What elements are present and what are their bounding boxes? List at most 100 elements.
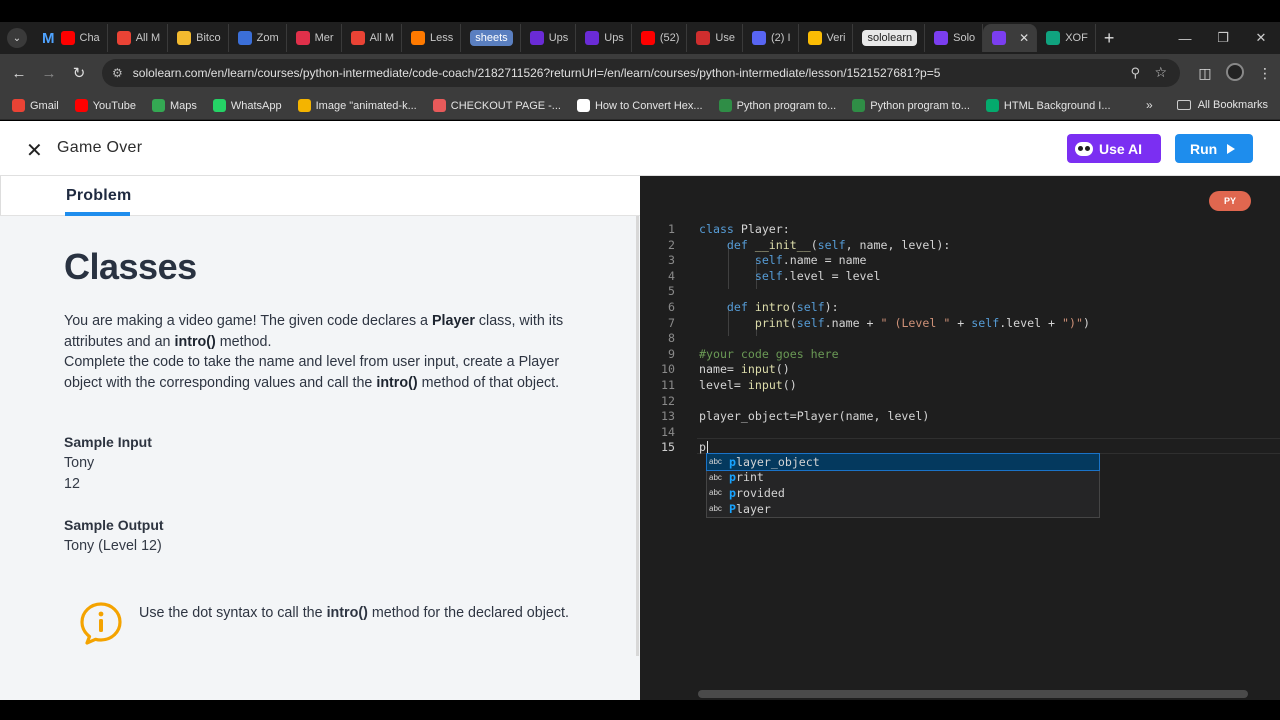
browser-tab[interactable]: XOF xyxy=(1037,24,1096,52)
bookmark-label: YouTube xyxy=(92,99,136,112)
line-number: 2 xyxy=(668,237,675,252)
suggestion-match: p xyxy=(729,470,736,485)
browser-tab[interactable]: Veri xyxy=(799,24,854,52)
code-token: , name, level): xyxy=(845,237,951,252)
tab-search-chevron-icon[interactable]: ⌄ xyxy=(7,28,27,48)
browser-tab[interactable]: Solo xyxy=(925,24,984,52)
editor-horizontal-scrollbar[interactable] xyxy=(698,690,1248,698)
new-tab-plus-icon[interactable]: + xyxy=(1104,28,1115,49)
bookmark-item[interactable]: Image "animated-k... xyxy=(297,99,417,112)
problem-tab-bar: Problem xyxy=(0,176,640,216)
browser-tab[interactable]: Ups xyxy=(576,24,632,52)
autocomplete-item[interactable]: abc print xyxy=(707,470,1099,486)
site-info-icon[interactable]: ⚙ xyxy=(112,66,123,80)
bookmark-item[interactable]: Maps xyxy=(151,99,197,112)
code-token: Player: xyxy=(740,222,790,236)
browser-tab[interactable]: (52) xyxy=(632,24,688,52)
autocomplete-item[interactable]: abc provided xyxy=(707,485,1099,501)
zoom-icon[interactable]: ⚲ xyxy=(1130,65,1140,81)
ai-mascot-icon xyxy=(1075,141,1093,156)
address-bar[interactable]: ⚙ sololearn.com/en/learn/courses/python-… xyxy=(102,59,1180,87)
bookmark-favicon-icon xyxy=(985,99,999,112)
restore-icon[interactable]: ❐ xyxy=(1204,30,1242,46)
code-line: 12 xyxy=(640,394,1280,410)
code-line: 7 print(self.name + " (Level " + self.le… xyxy=(640,316,1280,332)
tab-label: Ups xyxy=(548,32,569,44)
profile-avatar[interactable] xyxy=(1220,62,1250,84)
browser-tab[interactable]: All M xyxy=(108,24,169,52)
text-run: You are making a video game! The given c… xyxy=(64,313,432,329)
suggestion-label: print xyxy=(729,470,764,484)
suggestion-label: player_object xyxy=(729,455,820,469)
bookmark-favicon-icon xyxy=(852,99,866,112)
bookmark-item[interactable]: How to Convert Hex... xyxy=(576,99,703,112)
browser-tab[interactable]: Ups xyxy=(521,24,577,52)
run-button[interactable]: Run xyxy=(1175,134,1253,163)
browser-tab[interactable]: Use xyxy=(687,24,743,52)
window-controls: — ❐ ✕ xyxy=(1166,22,1280,54)
tab-favicon-icon xyxy=(295,31,310,45)
bookmark-label: Python program to... xyxy=(870,99,970,112)
bold-term: intro() xyxy=(376,374,418,391)
code-token: () xyxy=(782,378,797,392)
autocomplete-item[interactable]: abc player_object xyxy=(706,453,1100,471)
bookmark-item[interactable]: HTML Background I... xyxy=(985,99,1111,112)
reload-icon[interactable]: ↻ xyxy=(64,64,94,82)
code-token: intro xyxy=(754,300,790,314)
browser-tab[interactable]: (2) I xyxy=(743,24,799,52)
browser-tab[interactable]: Zom xyxy=(229,24,287,52)
autocomplete-item[interactable]: abc Player xyxy=(707,501,1099,517)
bookmark-item[interactable]: WhatsApp xyxy=(212,99,282,112)
bookmark-favicon-icon xyxy=(718,99,732,112)
browser-tab[interactable]: All M xyxy=(342,24,403,52)
browser-tab[interactable]: Mer xyxy=(287,24,342,52)
code-token: ( xyxy=(789,300,797,314)
bookmark-label: Gmail xyxy=(30,99,59,112)
tab-favicon-icon xyxy=(992,31,1007,45)
bookmark-label: WhatsApp xyxy=(230,99,282,112)
bookmark-label: HTML Background I... xyxy=(1003,99,1111,112)
browser-tab[interactable]: Less xyxy=(402,24,462,52)
code-line: 13 player_object=Player(name, level) xyxy=(640,409,1280,425)
bookmark-item[interactable]: Python program to... xyxy=(852,99,970,112)
side-panel-icon[interactable]: ◫ xyxy=(1190,65,1220,82)
bookmarks-overflow-icon[interactable]: » xyxy=(1146,98,1153,112)
code-token: p xyxy=(699,440,706,455)
code-token: def xyxy=(726,300,755,314)
tab-close-icon[interactable]: ✕ xyxy=(1019,31,1029,45)
tab-problem[interactable]: Problem xyxy=(66,187,131,205)
tab-label: Cha xyxy=(79,32,100,44)
problem-scrollbar[interactable] xyxy=(636,216,639,656)
bookmark-item[interactable]: Gmail xyxy=(12,99,59,112)
code-line: 11 level= input() xyxy=(640,378,1280,394)
bookmark-list: Gmail YouTube Maps WhatsApp Image "animated-… xyxy=(0,99,1111,112)
code-token: input xyxy=(747,378,783,392)
line-number: 12 xyxy=(661,393,675,408)
code-token: __init__ xyxy=(754,237,811,252)
close-icon[interactable]: ✕ xyxy=(26,138,43,163)
browser-tab[interactable]: Bitco xyxy=(168,24,229,52)
browser-tab-strip: ⌄ M Cha All M Bitco Zom Mer All M Less sheets Ups… xyxy=(0,22,1280,54)
browser-tab[interactable]: ✕ xyxy=(983,24,1038,52)
browser-tab[interactable]: sheets xyxy=(461,24,521,52)
back-arrow-icon[interactable]: ← xyxy=(4,65,34,82)
bookmark-item[interactable]: Python program to... xyxy=(718,99,836,112)
tab-active-underline xyxy=(65,212,130,216)
run-label: Run xyxy=(1190,140,1218,157)
close-window-icon[interactable]: ✕ xyxy=(1242,30,1280,46)
use-ai-button[interactable]: Use AI xyxy=(1067,134,1161,163)
more-menu-icon[interactable]: ⋮ xyxy=(1250,65,1280,82)
bookmark-item[interactable]: YouTube xyxy=(74,99,136,112)
browser-tab[interactable]: sololearn xyxy=(853,24,926,52)
forward-arrow-icon[interactable]: → xyxy=(34,65,64,82)
code-editor[interactable]: PY 1 class Player: 2 def __init__(self, na… xyxy=(640,176,1280,700)
code-token: print xyxy=(754,315,790,330)
bookmark-item[interactable]: CHECKOUT PAGE -... xyxy=(432,99,561,112)
code-token: () xyxy=(775,362,790,377)
browser-tab[interactable]: M Cha xyxy=(33,24,108,52)
minimize-icon[interactable]: — xyxy=(1166,31,1204,46)
all-bookmarks-button[interactable]: All Bookmarks xyxy=(1176,99,1268,111)
bookmark-star-icon[interactable]: ☆ xyxy=(1154,64,1167,81)
